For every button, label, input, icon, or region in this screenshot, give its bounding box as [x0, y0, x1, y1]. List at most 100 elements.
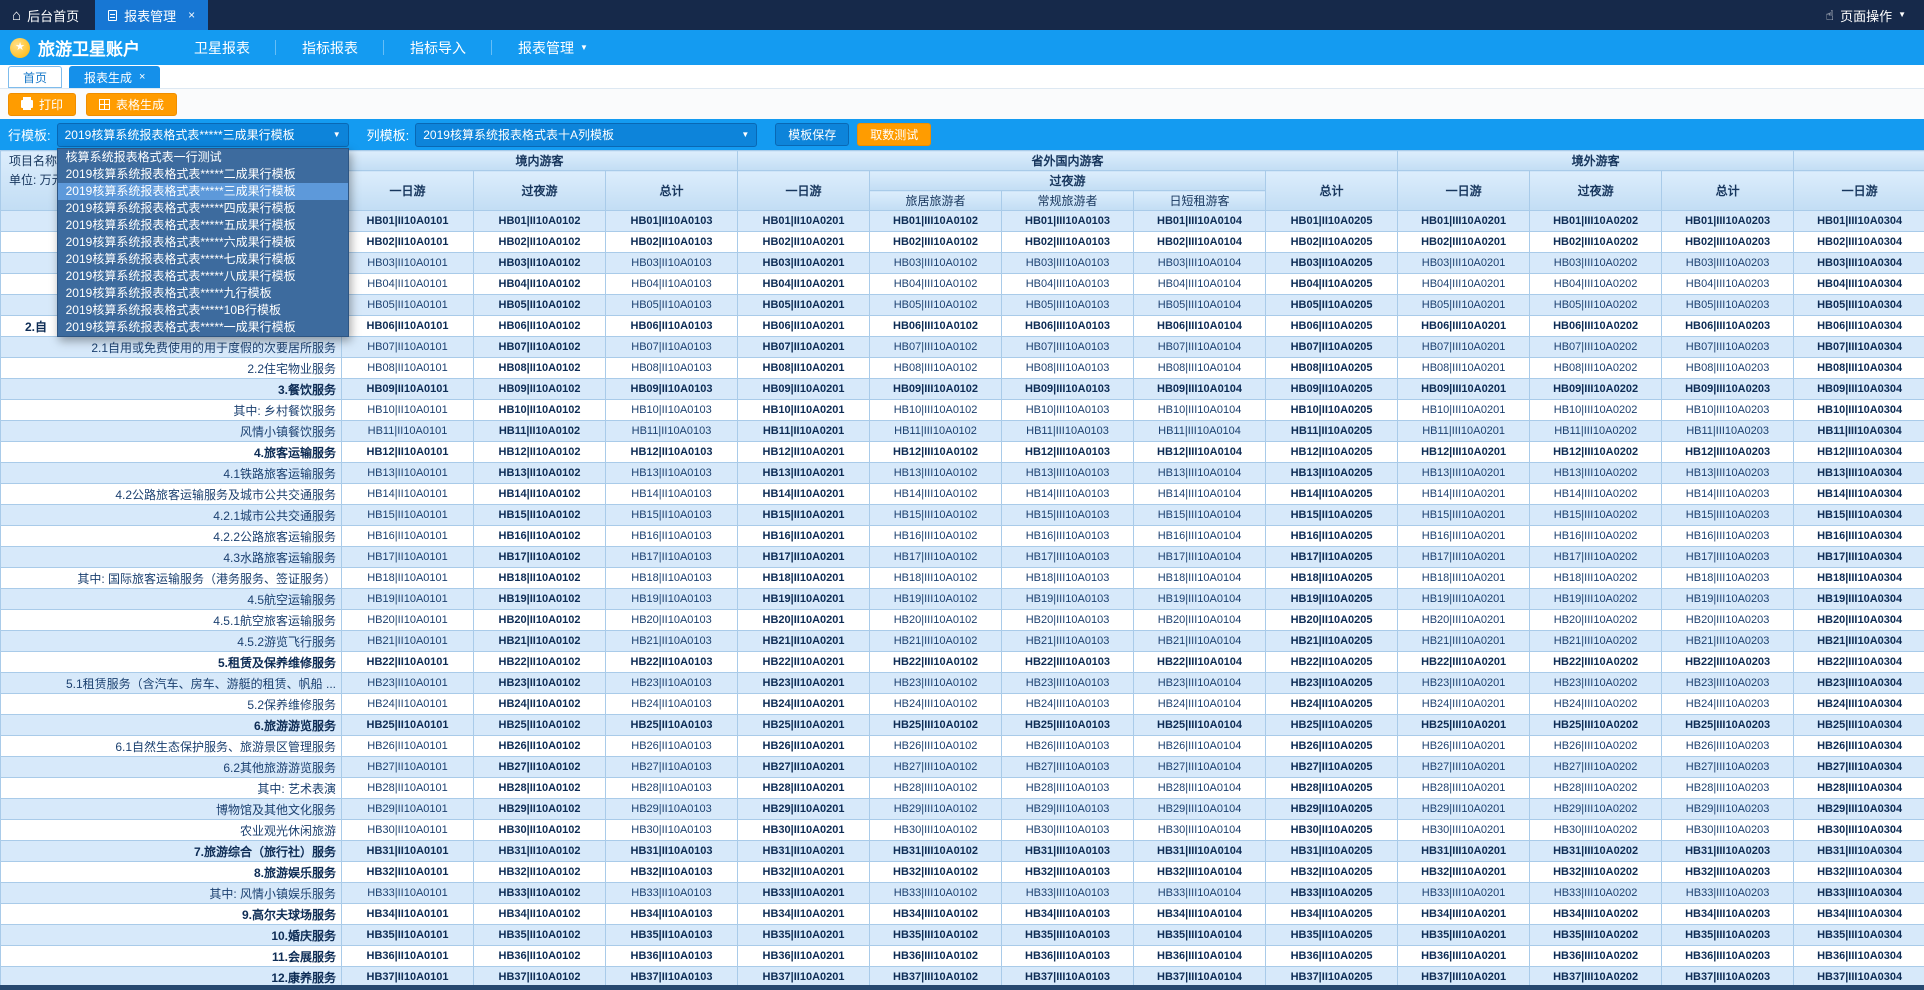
dropdown-item[interactable]: 2019核算系统报表格式表*****九行模板	[58, 285, 348, 302]
code-cell: HB28|II10A0102	[474, 778, 606, 799]
row-template-dropdown-list: 核算系统报表格式表一行测试2019核算系统报表格式表*****二成果行模板201…	[57, 148, 349, 337]
code-cell: HB07|II10A0103	[606, 337, 738, 358]
code-cell: HB32|III10A0103	[1002, 862, 1134, 883]
code-cell: HB24|III10A0103	[1002, 694, 1134, 715]
code-cell: HB05|II10A0101	[342, 295, 474, 316]
row-template-select[interactable]: 2019核算系统报表格式表*****三成果行模板 ▼	[57, 123, 349, 147]
code-cell: HB33|II10A0201	[738, 883, 870, 904]
code-cell: HB05|II10A0201	[738, 295, 870, 316]
code-cell: HB09|III10A0203	[1662, 379, 1794, 400]
code-cell: HB26|III10A0201	[1398, 736, 1530, 757]
code-cell: HB19|II10A0101	[342, 589, 474, 610]
code-cell: HB22|II10A0201	[738, 652, 870, 673]
horizontal-scrollbar[interactable]	[0, 985, 1924, 990]
table-row: 其中: 国际旅客运输服务（港务服务、签证服务）HB18|II10A0101HB1…	[1, 568, 1924, 589]
code-cell: HB24|III10A0102	[870, 694, 1002, 715]
code-cell: HB07|II10A0205	[1266, 337, 1398, 358]
code-cell: HB10|III10A0201	[1398, 400, 1530, 421]
hand-pointer-icon: ☝	[1826, 8, 1835, 22]
code-cell: HB27|II10A0201	[738, 757, 870, 778]
table-row: 4.2.1城市公共交通服务HB15|II10A0101HB15|II10A010…	[1, 505, 1924, 526]
menu-item-satellite-reports[interactable]: 卫星报表	[168, 30, 276, 65]
tab-close-icon[interactable]: ×	[139, 71, 145, 83]
code-cell: HB33|III10A0201	[1398, 883, 1530, 904]
code-cell: HB33|II10A0103	[606, 883, 738, 904]
code-cell: HB01|III10A0102	[870, 211, 1002, 232]
code-cell: HB03|III10A0203	[1662, 253, 1794, 274]
home-icon: ⌂	[12, 8, 21, 23]
code-cell: HB32|II10A0102	[474, 862, 606, 883]
row-label: 风情小镇餐饮服务	[1, 421, 342, 442]
menu-item-report-management[interactable]: 报表管理 ▼	[492, 30, 614, 65]
code-cell: HB25|II10A0101	[342, 715, 474, 736]
code-cell: HB32|III10A0104	[1134, 862, 1266, 883]
caret-down-icon: ▼	[1898, 11, 1906, 19]
fetch-data-test-button[interactable]: 取数测试	[857, 123, 931, 146]
code-cell: HB28|II10A0103	[606, 778, 738, 799]
code-cell: HB21|II10A0103	[606, 631, 738, 652]
table-row: 2.1自用或免费使用的用于度假的次要居所服务HB07|II10A0101HB07…	[1, 337, 1924, 358]
dropdown-item[interactable]: 2019核算系统报表格式表*****五成果行模板	[58, 217, 348, 234]
code-cell: HB14|III10A0102	[870, 484, 1002, 505]
code-cell: HB27|III10A0104	[1134, 757, 1266, 778]
code-cell: HB09|III10A0201	[1398, 379, 1530, 400]
code-cell: HB16|II10A0103	[606, 526, 738, 547]
document-icon	[108, 10, 117, 21]
row-label: 其中: 国际旅客运输服务（港务服务、签证服务）	[1, 568, 342, 589]
dropdown-item[interactable]: 2019核算系统报表格式表*****三成果行模板	[58, 183, 348, 200]
dropdown-item[interactable]: 核算系统报表格式表一行测试	[58, 149, 348, 166]
code-cell: HB29|II10A0103	[606, 799, 738, 820]
code-cell: HB02|II10A0201	[738, 232, 870, 253]
code-cell: HB08|III10A0104	[1134, 358, 1266, 379]
menu-item-indicator-reports[interactable]: 指标报表	[276, 30, 384, 65]
topbar-tab-report-management[interactable]: 报表管理 ×	[95, 0, 208, 30]
save-template-button[interactable]: 模板保存	[775, 123, 849, 146]
code-cell: HB29|III10A0201	[1398, 799, 1530, 820]
code-cell: HB22|III10A0304	[1794, 652, 1924, 673]
tab-report-generation[interactable]: 报表生成 ×	[69, 66, 160, 88]
code-cell: HB04|III10A0203	[1662, 274, 1794, 295]
code-cell: HB09|II10A0101	[342, 379, 474, 400]
code-cell: HB32|III10A0102	[870, 862, 1002, 883]
menu-item-indicator-import[interactable]: 指标导入	[384, 30, 492, 65]
dropdown-item[interactable]: 2019核算系统报表格式表*****10B行模板	[58, 302, 348, 319]
code-cell: HB34|III10A0203	[1662, 904, 1794, 925]
table-row: 其中: 风情小镇娱乐服务HB33|II10A0101HB33|II10A0102…	[1, 883, 1924, 904]
tab-home[interactable]: 首页	[8, 66, 62, 88]
row-label: 4.3水路旅客运输服务	[1, 547, 342, 568]
table-row: 7.旅游综合（旅行社）服务HB31|II10A0101HB31|II10A010…	[1, 841, 1924, 862]
page-actions-menu[interactable]: ☝ 页面操作 ▼	[1808, 0, 1924, 30]
tab-close-icon[interactable]: ×	[188, 8, 195, 22]
col-template-select[interactable]: 2019核算系统报表格式表十A列模板 ▼	[415, 123, 757, 147]
dropdown-item[interactable]: 2019核算系统报表格式表*****八成果行模板	[58, 268, 348, 285]
code-cell: HB01|III10A0103	[1002, 211, 1134, 232]
topbar-tab-label: 报表管理	[124, 6, 176, 25]
generate-table-button[interactable]: 表格生成	[86, 93, 177, 116]
code-cell: HB03|II10A0103	[606, 253, 738, 274]
dropdown-item[interactable]: 2019核算系统报表格式表*****二成果行模板	[58, 166, 348, 183]
code-cell: HB36|II10A0102	[474, 946, 606, 967]
code-cell: HB17|III10A0104	[1134, 547, 1266, 568]
toolbar: 打印 表格生成	[0, 89, 1924, 119]
code-cell: HB22|III10A0103	[1002, 652, 1134, 673]
dropdown-item[interactable]: 2019核算系统报表格式表*****四成果行模板	[58, 200, 348, 217]
code-cell: HB11|II10A0101	[342, 421, 474, 442]
dropdown-item[interactable]: 2019核算系统报表格式表*****六成果行模板	[58, 234, 348, 251]
print-button[interactable]: 打印	[8, 93, 76, 116]
code-cell: HB30|II10A0201	[738, 820, 870, 841]
backend-home-link[interactable]: ⌂ 后台首页	[0, 0, 95, 30]
code-cell: HB06|III10A0202	[1530, 316, 1662, 337]
code-cell: HB18|III10A0201	[1398, 568, 1530, 589]
topbar-spacer	[208, 0, 1807, 30]
dropdown-item[interactable]: 2019核算系统报表格式表*****七成果行模板	[58, 251, 348, 268]
code-cell: HB04|II10A0205	[1266, 274, 1398, 295]
table-row: 4.5.2游览飞行服务HB21|II10A0101HB21|II10A0102H…	[1, 631, 1924, 652]
code-cell: HB14|II10A0205	[1266, 484, 1398, 505]
code-cell: HB19|III10A0202	[1530, 589, 1662, 610]
dropdown-item[interactable]: 2019核算系统报表格式表*****一成果行模板	[58, 319, 348, 336]
code-cell: HB33|III10A0304	[1794, 883, 1924, 904]
code-cell: HB10|II10A0103	[606, 400, 738, 421]
code-cell: HB30|II10A0205	[1266, 820, 1398, 841]
row-label: 11.会展服务	[1, 946, 342, 967]
row-label: 4.5航空运输服务	[1, 589, 342, 610]
